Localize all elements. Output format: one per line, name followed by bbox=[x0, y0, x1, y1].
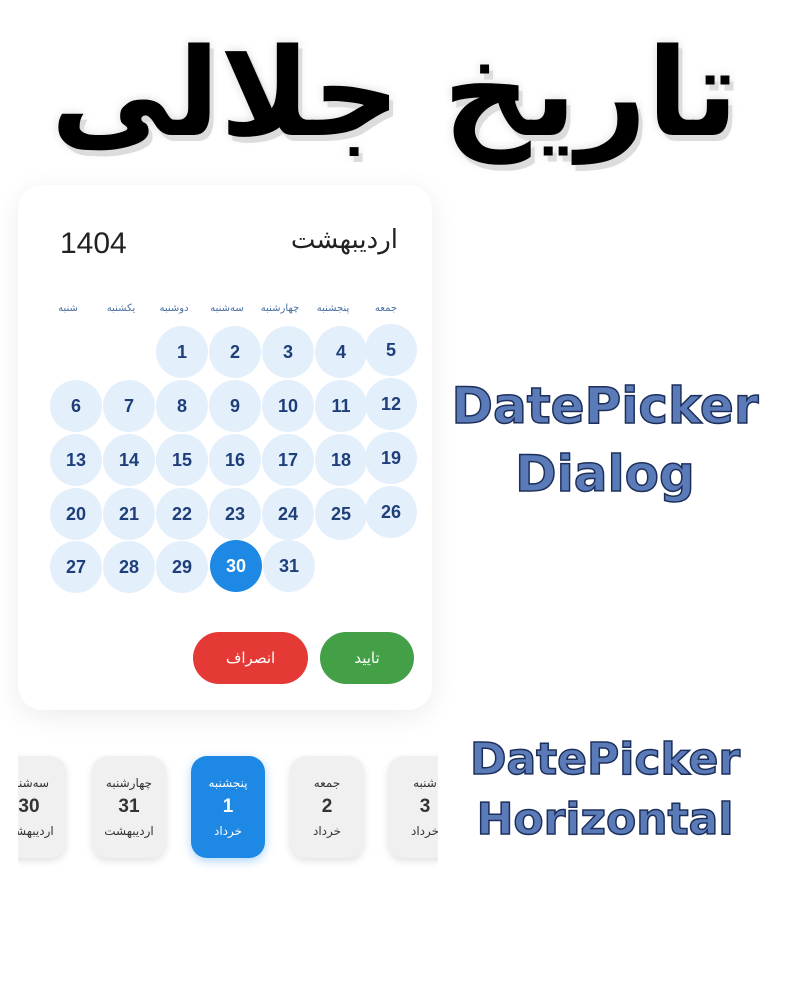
datepicker-dialog: 1404 اردیبهشت جمعه پنجشنبه چهارشنبه سه‌ش… bbox=[18, 185, 432, 710]
date-card-day: 1 bbox=[222, 796, 234, 817]
calendar-day[interactable]: 14 bbox=[103, 434, 155, 486]
date-card[interactable]: چهارشنبه 31 اردیبهشت bbox=[92, 756, 166, 858]
caption-line: Dialog bbox=[514, 444, 695, 504]
calendar-day[interactable]: 1 bbox=[156, 326, 208, 378]
weekday-label: پنجشنبه bbox=[316, 303, 350, 314]
calendar-day-selected[interactable]: 30 bbox=[210, 540, 262, 592]
calendar-day[interactable]: 31 bbox=[263, 540, 315, 592]
weekday-label: دوشنبه bbox=[159, 303, 189, 314]
calendar-day[interactable]: 27 bbox=[50, 541, 102, 593]
weekday-label: شنبه bbox=[58, 303, 78, 314]
date-card-day: 3 bbox=[419, 796, 431, 817]
calendar-day[interactable]: 23 bbox=[209, 488, 261, 540]
calendar-day[interactable]: 5 bbox=[365, 324, 417, 376]
datepicker-horizontal-caption: DatePicker Horizontal bbox=[440, 730, 770, 850]
weekday-label: چهارشنبه bbox=[260, 303, 300, 314]
calendar-day[interactable]: 18 bbox=[315, 434, 367, 486]
calendar-day[interactable]: 10 bbox=[262, 380, 314, 432]
date-card-weekday: چهارشنبه bbox=[105, 776, 153, 790]
date-card-day: 2 bbox=[321, 796, 333, 817]
year-label[interactable]: 1404 bbox=[60, 227, 127, 261]
calendar-day[interactable]: 21 bbox=[103, 488, 155, 540]
calendar-day[interactable]: 3 bbox=[262, 326, 314, 378]
calendar-day[interactable]: 19 bbox=[365, 432, 417, 484]
calendar-day[interactable]: 7 bbox=[103, 380, 155, 432]
date-card[interactable]: جمعه 2 خرداد bbox=[290, 756, 364, 858]
calendar-day[interactable]: 8 bbox=[156, 380, 208, 432]
date-card-month: اردیبهشت bbox=[104, 824, 154, 838]
calendar-day[interactable]: 29 bbox=[156, 541, 208, 593]
calendar-day[interactable]: 2 bbox=[209, 326, 261, 378]
weekday-header: جمعه پنجشنبه چهارشنبه سه‌شنبه دوشنبه یکش… bbox=[48, 303, 424, 323]
date-card-weekday: پنجشنبه bbox=[208, 776, 248, 790]
calendar-day[interactable]: 4 bbox=[315, 326, 367, 378]
date-card-month: خرداد bbox=[410, 824, 438, 838]
calendar-day[interactable]: 12 bbox=[365, 378, 417, 430]
date-card[interactable]: سه‌شنبه 30 اردیبهشت bbox=[18, 756, 66, 858]
date-card-month: خرداد bbox=[312, 824, 342, 838]
horizontal-datepicker[interactable]: سه‌شنبه 30 اردیبهشت چهارشنبه 31 اردیبهشت… bbox=[18, 740, 438, 880]
confirm-button[interactable]: تایید bbox=[320, 632, 414, 684]
calendar-day[interactable]: 24 bbox=[262, 488, 314, 540]
weekday-label: سه‌شنبه bbox=[210, 303, 244, 314]
caption-line: DatePicker bbox=[451, 376, 759, 436]
month-label[interactable]: اردیبهشت bbox=[291, 225, 398, 255]
calendar-day[interactable]: 25 bbox=[315, 488, 367, 540]
calendar-day[interactable]: 6 bbox=[50, 380, 102, 432]
page-title: تاریخ جلالی bbox=[50, 22, 741, 164]
calendar-day[interactable]: 28 bbox=[103, 541, 155, 593]
date-card-month: اردیبهشت bbox=[18, 824, 54, 838]
date-card-weekday: جمعه bbox=[313, 776, 341, 790]
calendar-day[interactable]: 20 bbox=[50, 488, 102, 540]
date-card-weekday: شنبه bbox=[413, 776, 437, 790]
weekday-label: جمعه bbox=[374, 303, 398, 314]
calendar-day[interactable]: 9 bbox=[209, 380, 261, 432]
date-card[interactable]: شنبه 3 خرداد bbox=[388, 756, 438, 858]
calendar-day[interactable]: 11 bbox=[315, 380, 367, 432]
caption-line: Horizontal bbox=[476, 793, 734, 846]
date-card-selected[interactable]: پنجشنبه 1 خرداد bbox=[191, 756, 265, 858]
datepicker-dialog-caption: DatePicker Dialog bbox=[440, 372, 770, 508]
calendar-day[interactable]: 22 bbox=[156, 488, 208, 540]
calendar-day[interactable]: 16 bbox=[209, 434, 261, 486]
caption-line: DatePicker bbox=[469, 733, 741, 786]
date-card-weekday: سه‌شنبه bbox=[18, 776, 50, 790]
calendar-day[interactable]: 17 bbox=[262, 434, 314, 486]
calendar-day[interactable]: 26 bbox=[365, 486, 417, 538]
calendar-day[interactable]: 15 bbox=[156, 434, 208, 486]
date-card-month: خرداد bbox=[213, 824, 243, 838]
date-card-day: 30 bbox=[18, 796, 40, 817]
cancel-button[interactable]: انصراف bbox=[193, 632, 308, 684]
weekday-label: یکشنبه bbox=[106, 303, 136, 314]
calendar-day[interactable]: 13 bbox=[50, 434, 102, 486]
date-card-day: 31 bbox=[118, 796, 140, 817]
